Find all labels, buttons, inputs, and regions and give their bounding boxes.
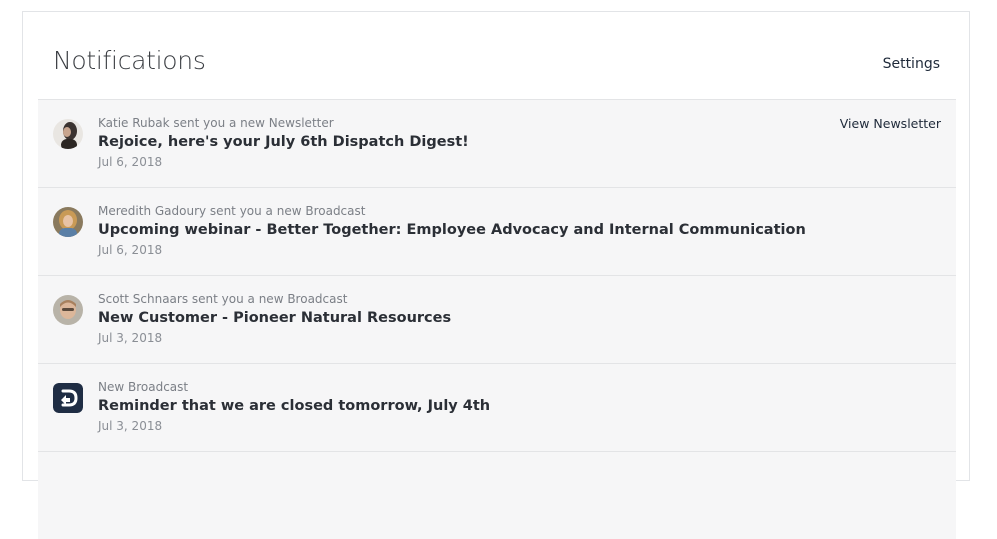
notification-title[interactable]: Rejoice, here's your July 6th Dispatch D…	[98, 134, 469, 150]
user-avatar	[53, 295, 83, 325]
notification-item[interactable]: New Broadcast Reminder that we are close…	[38, 363, 956, 451]
notification-sender: New Broadcast	[98, 380, 189, 394]
app-logo-icon	[53, 383, 83, 413]
user-avatar	[53, 119, 83, 149]
notification-item[interactable]: Meredith Gadoury sent you a new Broadcas…	[38, 187, 956, 275]
notification-sender: Meredith Gadoury sent you a new Broadcas…	[98, 204, 366, 218]
notification-title[interactable]: New Customer - Pioneer Natural Resources	[98, 310, 451, 326]
notification-date: Jul 3, 2018	[98, 419, 163, 433]
page-title: Notifications	[53, 46, 206, 75]
view-newsletter-link[interactable]: View Newsletter	[840, 116, 941, 131]
notification-item[interactable]: Scott Schnaars sent you a new Broadcast …	[38, 275, 956, 363]
notification-date: Jul 3, 2018	[98, 331, 163, 345]
notifications-header: Notifications Settings	[23, 12, 969, 100]
notification-list: Katie Rubak sent you a new Newsletter Re…	[38, 99, 956, 539]
notification-date: Jul 6, 2018	[98, 155, 163, 169]
notifications-panel: Notifications Settings Katie Rubak sent …	[22, 11, 970, 539]
notification-title[interactable]: Reminder that we are closed tomorrow, Ju…	[98, 398, 490, 414]
user-avatar	[53, 207, 83, 237]
notification-item[interactable]: Katie Rubak sent you a new Newsletter Re…	[38, 99, 956, 187]
notification-item[interactable]	[38, 451, 956, 539]
settings-link[interactable]: Settings	[883, 56, 940, 72]
notification-title[interactable]: Upcoming webinar - Better Together: Empl…	[98, 222, 806, 238]
notification-sender: Katie Rubak sent you a new Newsletter	[98, 116, 334, 130]
notification-date: Jul 6, 2018	[98, 243, 163, 257]
notification-sender: Scott Schnaars sent you a new Broadcast	[98, 292, 348, 306]
